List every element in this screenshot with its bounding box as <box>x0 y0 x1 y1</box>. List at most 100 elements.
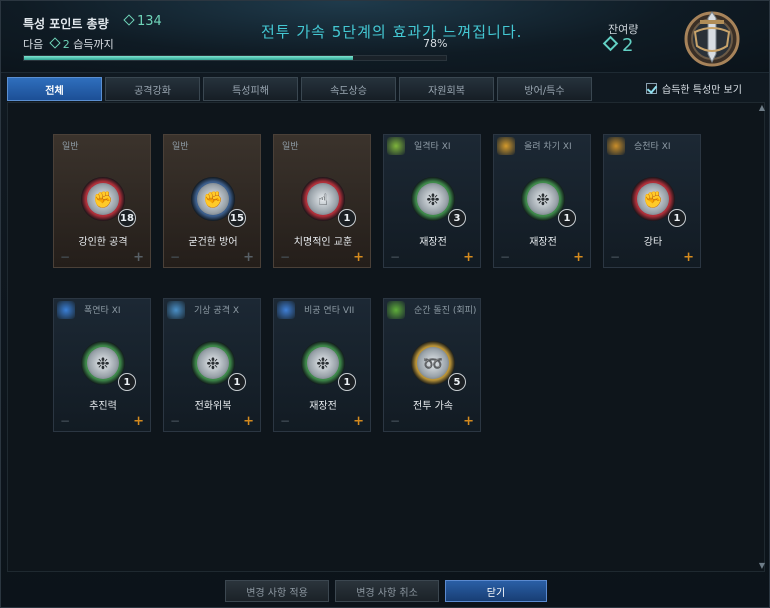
trait-level-badge: 1 <box>338 373 356 391</box>
trait-card[interactable]: 폭연타 XI ❉ 1 추진력 − + <box>53 298 151 432</box>
increase-button[interactable]: + <box>573 250 584 265</box>
trait-level-badge: 5 <box>448 373 466 391</box>
increase-button[interactable]: + <box>463 250 474 265</box>
decrease-button[interactable]: − <box>60 250 70 264</box>
trait-card[interactable]: 올려 차기 XI ❉ 1 재장전 − + <box>493 134 591 268</box>
trait-card[interactable]: 일반 ✊ 18 강인한 공격 − + <box>53 134 151 268</box>
trait-name: 재장전 <box>309 401 337 412</box>
scroll-up-arrow-icon[interactable]: ▲ <box>758 104 766 112</box>
trait-card[interactable]: 순간 돌진 (회피) ➿ 5 전투 가속 − + <box>383 298 481 432</box>
card-category: 일격타 XI <box>414 142 451 152</box>
trait-card[interactable]: 승천타 XI ✊ 1 강타 − + <box>603 134 701 268</box>
trait-card[interactable]: 비공 연타 VII ❉ 1 재장전 − + <box>273 298 371 432</box>
increase-button[interactable]: + <box>133 250 144 265</box>
decrease-button[interactable]: − <box>170 414 180 428</box>
increase-button[interactable]: + <box>243 250 254 265</box>
trait-level-badge: 3 <box>448 209 466 227</box>
trait-card[interactable]: 기상 공격 X ❉ 1 전화위복 − + <box>163 298 261 432</box>
trait-points-total: 134 <box>121 14 162 29</box>
decrease-button[interactable]: − <box>500 250 510 264</box>
next-points: 2 <box>47 37 70 51</box>
next-acquire-text: 다음 2 습득까지 <box>23 36 114 52</box>
skill-type-icon <box>387 301 405 319</box>
trait-level-badge: 1 <box>118 373 136 391</box>
remaining-points: 2 <box>602 35 633 56</box>
apply-changes-button[interactable]: 변경 사항 적용 <box>225 580 329 602</box>
progress-bar <box>23 55 447 61</box>
show-owned-toggle[interactable]: 습득한 특성만 보기 <box>646 81 742 96</box>
decrease-button[interactable]: − <box>170 250 180 264</box>
tab-defense-special[interactable]: 방어/특수 <box>497 77 592 101</box>
total-points-value: 134 <box>137 14 162 29</box>
next-suffix: 습득까지 <box>73 38 114 51</box>
pointing-hand-icon: ☝ <box>307 183 339 215</box>
decrease-button[interactable]: − <box>390 414 400 428</box>
decrease-button[interactable]: − <box>280 250 290 264</box>
decrease-button[interactable]: − <box>280 414 290 428</box>
decrease-button[interactable]: − <box>610 250 620 264</box>
skill-type-icon <box>387 137 405 155</box>
card-category: 일반 <box>172 142 189 152</box>
tab-trait-damage[interactable]: 특성피해 <box>203 77 298 101</box>
trait-name: 강타 <box>643 237 663 248</box>
show-owned-label: 습득한 특성만 보기 <box>662 85 742 96</box>
tab-speed-up[interactable]: 속도상승 <box>301 77 396 101</box>
skill-type-icon <box>607 137 625 155</box>
trait-name: 전화위복 <box>194 401 232 412</box>
fist-icon: ✊ <box>637 183 669 215</box>
trait-name: 재장전 <box>529 237 557 248</box>
sword-shield-emblem-icon <box>684 11 740 67</box>
trait-card[interactable]: 일반 ☝ 1 치명적인 교훈 − + <box>273 134 371 268</box>
checkbox-checked-icon[interactable] <box>646 83 657 94</box>
tab-resource-recovery[interactable]: 자원회복 <box>399 77 494 101</box>
next-points-value: 2 <box>62 38 70 51</box>
progress-percent: 78% <box>423 37 448 50</box>
reload-web-icon: ❉ <box>197 347 229 379</box>
gem-icon <box>123 14 135 26</box>
cancel-changes-button[interactable]: 변경 사항 취소 <box>335 580 439 602</box>
card-category: 승천타 XI <box>634 142 671 152</box>
trait-level-badge: 15 <box>228 209 246 227</box>
increase-button[interactable]: + <box>463 414 474 429</box>
close-button[interactable]: 닫기 <box>445 580 547 602</box>
reload-web-icon: ❉ <box>87 347 119 379</box>
increase-button[interactable]: + <box>243 414 254 429</box>
scroll-down-arrow-icon[interactable]: ▼ <box>758 562 766 570</box>
reload-web-icon: ❉ <box>417 183 449 215</box>
skill-type-icon <box>497 137 515 155</box>
fist-bandage-icon: ✊ <box>87 183 119 215</box>
trait-points-title: 특성 포인트 총량 <box>23 17 109 31</box>
tab-attack-enhance[interactable]: 공격강화 <box>105 77 200 101</box>
trait-card[interactable]: 일격타 XI ❉ 3 재장전 − + <box>383 134 481 268</box>
card-category: 기상 공격 X <box>194 306 240 316</box>
decrease-button[interactable]: − <box>60 414 70 428</box>
reload-web-icon: ❉ <box>307 347 339 379</box>
skill-type-icon <box>167 301 185 319</box>
increase-button[interactable]: + <box>683 250 694 265</box>
tab-all[interactable]: 전체 <box>7 77 102 101</box>
card-category: 비공 연타 VII <box>304 306 355 316</box>
trait-name: 강인한 공격 <box>78 237 128 248</box>
decrease-button[interactable]: − <box>390 250 400 264</box>
next-prefix: 다음 <box>23 38 44 51</box>
fist-guard-icon: ✊ <box>197 183 229 215</box>
trait-level-badge: 18 <box>118 209 136 227</box>
trait-level-badge: 1 <box>668 209 686 227</box>
increase-button[interactable]: + <box>353 414 364 429</box>
tab-bar: 전체 공격강화 특성피해 속도상승 자원회복 방어/특수 <box>7 77 595 101</box>
card-category: 일반 <box>62 142 79 152</box>
running-foot-icon: ➿ <box>417 347 449 379</box>
increase-button[interactable]: + <box>133 414 144 429</box>
card-category: 순간 돌진 (회피) <box>414 306 477 316</box>
reload-web-icon: ❉ <box>527 183 559 215</box>
trait-name: 굳건한 방어 <box>188 237 238 248</box>
card-category: 폭연타 XI <box>84 306 121 316</box>
card-category: 올려 차기 XI <box>524 142 572 152</box>
scrollbar[interactable]: ▲ ▼ <box>757 104 767 570</box>
gem-icon <box>49 37 61 49</box>
trait-card[interactable]: 일반 ✊ 15 굳건한 방어 − + <box>163 134 261 268</box>
gem-icon <box>602 35 619 52</box>
trait-name: 재장전 <box>419 237 447 248</box>
progress-bar-fill <box>24 56 354 60</box>
increase-button[interactable]: + <box>353 250 364 265</box>
